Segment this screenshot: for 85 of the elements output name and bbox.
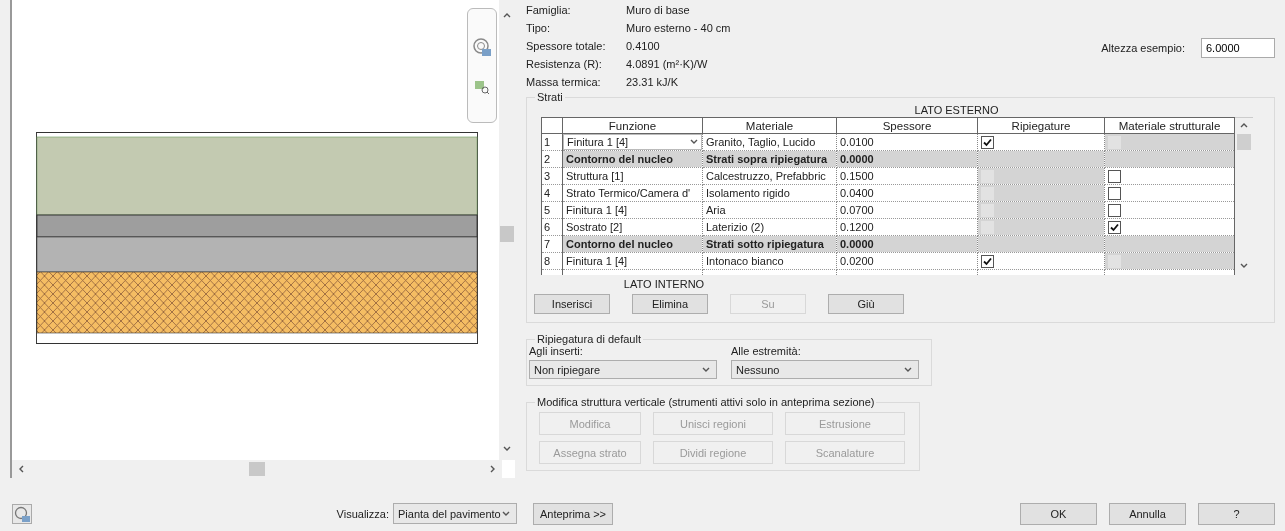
table-cell[interactable]: 0.1200 <box>836 218 978 236</box>
property-label: Resistenza (R): <box>526 57 603 71</box>
view-label: Visualizza: <box>336 507 389 520</box>
scrollbar-thumb[interactable] <box>1237 134 1251 150</box>
checkbox[interactable] <box>1108 186 1121 200</box>
table-cell[interactable]: Calcestruzzo, Prefabbric <box>702 167 837 185</box>
sample-height-label: Altezza esempio: <box>1101 42 1185 54</box>
dropdown[interactable]: Non ripiegare <box>529 360 717 379</box>
interior-side-label: LATO INTERNO <box>622 277 706 291</box>
caret-icon <box>690 139 698 145</box>
zoom-icon[interactable] <box>474 79 490 95</box>
row-number: 8 <box>541 252 563 270</box>
column-header[interactable]: Spessore <box>836 117 978 134</box>
table-cell[interactable]: Struttura [1] <box>562 167 703 185</box>
column-header[interactable]: Materiale strutturale <box>1104 117 1235 134</box>
table-cell[interactable]: 0.1500 <box>836 167 978 185</box>
table-cell[interactable]: 0.0000 <box>836 235 978 253</box>
table-cell[interactable]: Finitura 1 [4] <box>562 252 703 270</box>
view-dropdown[interactable]: Pianta del pavimento <box>393 503 517 524</box>
function-dropdown[interactable]: Finitura 1 [4] <box>563 134 702 150</box>
table-cell[interactable]: Laterizio (2) <box>702 218 837 236</box>
vertical-scrollbar[interactable] <box>499 0 515 460</box>
table-cell[interactable]: Granito, Taglio, Lucido <box>702 133 837 151</box>
property-value: 4.0891 (m²·K)/W <box>626 57 709 71</box>
view-2d-icon[interactable] <box>12 503 32 524</box>
row-number: 4 <box>541 184 563 202</box>
property-label: Tipo: <box>526 21 552 35</box>
property-value: Muro di base <box>626 3 691 17</box>
ok-button[interactable]: OK <box>1020 502 1097 525</box>
table-cell[interactable]: Strato Termico/Camera d' <box>562 184 703 202</box>
sample-height-field[interactable]: 6.0000 <box>1201 38 1275 58</box>
checkbox[interactable] <box>1108 169 1121 183</box>
group-title: Ripiegatura di default <box>536 333 642 345</box>
field-label: Alle estremità: <box>731 345 802 357</box>
scroll-up-icon[interactable] <box>1240 122 1248 128</box>
scroll-left-icon[interactable] <box>18 465 24 473</box>
column-header[interactable]: Materiale <box>702 117 837 134</box>
group-title: Modifica struttura verticale (strumenti attivi solo in anteprima sezione) <box>536 396 876 408</box>
column-header[interactable]: Ripiegature <box>977 117 1105 134</box>
row-number: 1 <box>541 133 563 151</box>
table-cell[interactable]: 0.0700 <box>836 201 978 219</box>
checkbox[interactable] <box>1108 203 1121 217</box>
table-cell[interactable]: Aria <box>702 201 837 219</box>
row-number: 5 <box>541 201 563 219</box>
property-value: 23.31 kJ/K <box>626 75 679 89</box>
caret-icon <box>904 366 912 373</box>
scroll-down-icon[interactable] <box>1240 263 1248 269</box>
layer-button[interactable]: Giù <box>828 294 904 314</box>
checkbox[interactable] <box>1108 220 1121 234</box>
preview-button[interactable]: Anteprima >> <box>533 502 613 525</box>
horizontal-scrollbar[interactable] <box>12 460 502 478</box>
table-cell[interactable]: Sostrato [2] <box>562 218 703 236</box>
layer-button[interactable]: Elimina <box>632 294 708 314</box>
scrollbar-thumb[interactable] <box>500 226 514 242</box>
scrollbar-thumb[interactable] <box>249 462 265 476</box>
table-cell[interactable]: 0.0200 <box>836 252 978 270</box>
property-value: 0.4100 <box>626 39 661 53</box>
table-cell[interactable]: 0.0400 <box>836 184 978 202</box>
scroll-up-icon[interactable] <box>503 12 511 18</box>
table-cell[interactable]: Intonaco bianco <box>702 252 837 270</box>
layer-button[interactable]: Inserisci <box>534 294 610 314</box>
property-label: Spessore totale: <box>526 39 607 53</box>
view-2d-icon[interactable] <box>473 37 491 57</box>
table-cell[interactable]: Finitura 1 [4] <box>562 201 703 219</box>
row-number: 6 <box>541 218 563 236</box>
dropdown[interactable]: Nessuno <box>731 360 919 379</box>
row-number: 3 <box>541 167 563 185</box>
help-button[interactable]: ? <box>1198 502 1275 525</box>
checkbox[interactable] <box>981 254 994 268</box>
checkbox[interactable] <box>981 135 994 149</box>
cancel-button[interactable]: Annulla <box>1109 502 1186 525</box>
group-title: Strati <box>536 91 564 103</box>
table-cell[interactable]: 0.0000 <box>836 150 978 168</box>
column-header[interactable]: Funzione <box>562 117 703 134</box>
table-cell[interactable]: Isolamento rigido <box>702 184 837 202</box>
table-cell[interactable]: 0.0100 <box>836 133 978 151</box>
property-value: Muro esterno - 40 cm <box>626 21 731 35</box>
scroll-right-icon[interactable] <box>490 465 496 473</box>
property-label: Famiglia: <box>526 3 572 17</box>
exterior-side-label: LATO ESTERNO <box>913 103 1000 117</box>
property-label: Massa termica: <box>526 75 602 89</box>
caret-icon <box>702 366 710 373</box>
field-label: Agli inserti: <box>529 345 584 357</box>
scroll-down-icon[interactable] <box>503 446 511 452</box>
caret-icon <box>502 510 510 517</box>
